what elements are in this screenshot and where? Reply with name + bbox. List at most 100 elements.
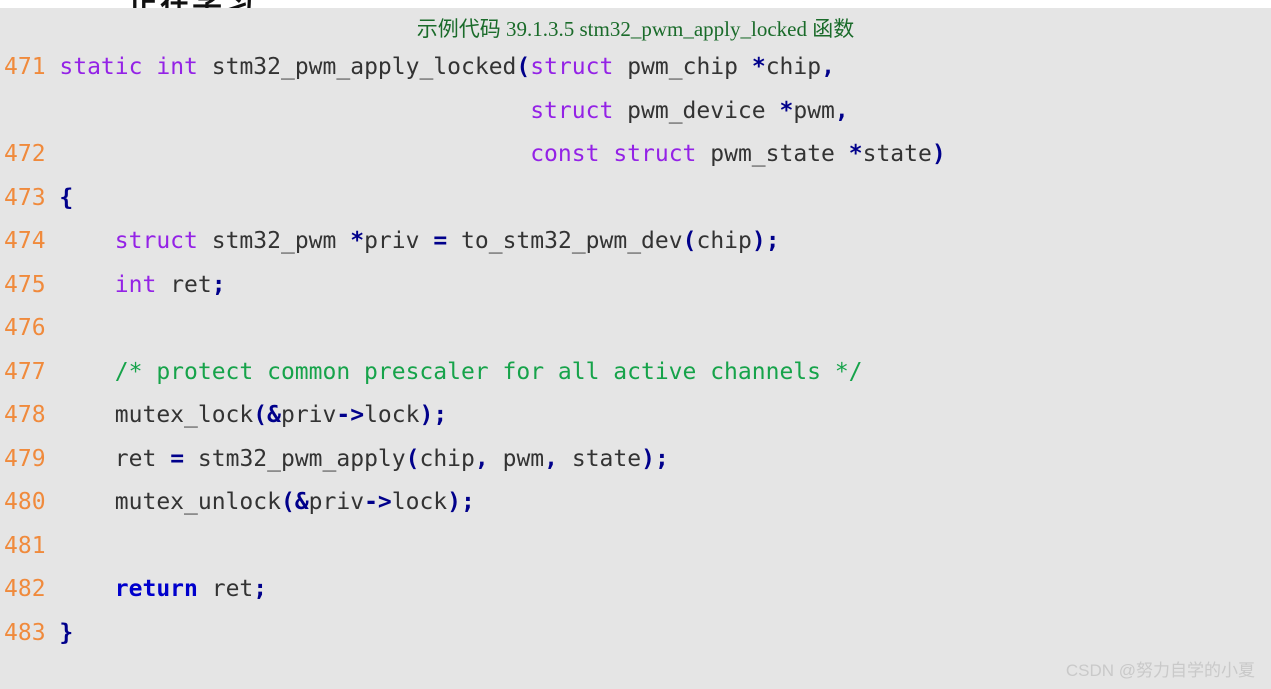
code-block-caption: 示例代码 39.1.3.5 stm32_pwm_apply_locked 函数 — [416, 17, 855, 41]
code-line-number: 472 — [4, 141, 60, 167]
code-keyword: const — [530, 141, 600, 167]
code-identifier: ret — [114, 445, 157, 472]
code-identifier: ret — [170, 271, 212, 298]
code-line-number: 476 — [4, 315, 60, 341]
code-identifier: stm32_pwm — [211, 228, 337, 254]
code-line: 482 return ret; — [4, 568, 1271, 612]
code-identifier: lock — [364, 402, 420, 428]
code-identifier: mutex_lock — [114, 402, 254, 428]
code-operator: , — [474, 445, 489, 472]
code-identifier: stm32_pwm_apply — [197, 445, 406, 472]
code-line: 477 /* protect common prescaler for all … — [4, 351, 1271, 395]
cut-off-heading-text: 正在学习 — [128, 0, 256, 8]
code-operator: * — [848, 141, 863, 167]
code-operator: ; — [765, 228, 780, 254]
cut-off-heading-sliver: 正在学习 — [0, 0, 1271, 8]
code-operator: , — [821, 54, 835, 80]
code-operator: ( — [280, 489, 295, 515]
code-identifier: priv — [308, 489, 365, 515]
code-identifier: to_stm32_pwm_dev — [461, 228, 683, 254]
code-line: 475 int ret; — [4, 264, 1271, 308]
code-operator: , — [834, 97, 849, 124]
code-identifier: state — [862, 141, 932, 167]
code-block-card: 示例代码 39.1.3.5 stm32_pwm_apply_locked 函数 … — [0, 8, 1271, 689]
code-line: 481 — [4, 525, 1271, 569]
code-line: 478 mutex_lock(&priv->lock); — [4, 394, 1271, 438]
code-identifier: lock — [391, 489, 448, 515]
code-line-number: 475 — [4, 271, 60, 298]
code-operator: * — [751, 54, 766, 80]
code-operator: ( — [682, 228, 697, 254]
code-keyword: return — [114, 576, 198, 602]
code-identifier: ret — [211, 576, 254, 602]
code-operator: ; — [654, 445, 669, 472]
code-line-number: 480 — [4, 489, 60, 515]
code-keyword: int — [156, 54, 198, 80]
code-keyword: static — [59, 54, 143, 80]
code-operator: = — [170, 445, 185, 472]
code-line-number — [4, 98, 59, 124]
code-operator: * — [779, 97, 794, 124]
code-line: struct pwm_device *pwm, — [4, 90, 1271, 134]
code-operator: ( — [405, 445, 420, 472]
code-identifier: pwm — [502, 445, 545, 472]
code-line: 480 mutex_unlock(&priv->lock); — [4, 481, 1271, 525]
code-keyword: int — [114, 271, 157, 298]
csdn-watermark: CSDN @努力自学的小夏 — [1065, 661, 1255, 680]
code-identifier: priv — [364, 228, 420, 254]
code-identifier: chip — [765, 54, 822, 80]
code-identifier: pwm — [793, 97, 835, 124]
code-identifier: stm32_pwm_apply_locked — [211, 54, 517, 80]
code-operator: ( — [516, 54, 531, 80]
code-identifier: priv — [280, 402, 337, 428]
code-operator: & — [294, 489, 309, 515]
code-line-number: 483 — [4, 619, 60, 646]
code-line-number: 477 — [4, 358, 60, 385]
code-line-number: 479 — [4, 445, 60, 472]
code-line-number: 471 — [4, 54, 60, 80]
code-line-number: 482 — [4, 576, 60, 602]
code-operator: } — [59, 619, 74, 646]
code-operator: ) — [931, 141, 946, 167]
code-operator: * — [350, 228, 365, 254]
code-line-number: 473 — [4, 184, 60, 211]
code-keyword: struct — [530, 54, 614, 80]
code-operator: = — [433, 228, 448, 254]
code-operator: & — [267, 402, 281, 428]
code-operator: ) — [419, 402, 434, 428]
code-identifier: chip — [419, 445, 475, 472]
code-line-number: 481 — [4, 532, 60, 559]
code-operator: { — [59, 184, 74, 211]
code-operator: ; — [253, 576, 268, 602]
code-listing: 471 static int stm32_pwm_apply_locked(st… — [0, 46, 1271, 655]
code-identifier: pwm_state — [710, 141, 835, 167]
code-operator: ) — [751, 228, 766, 254]
code-operator: ) — [641, 445, 655, 472]
code-identifier: chip — [696, 228, 752, 254]
code-operator: , — [544, 445, 558, 472]
